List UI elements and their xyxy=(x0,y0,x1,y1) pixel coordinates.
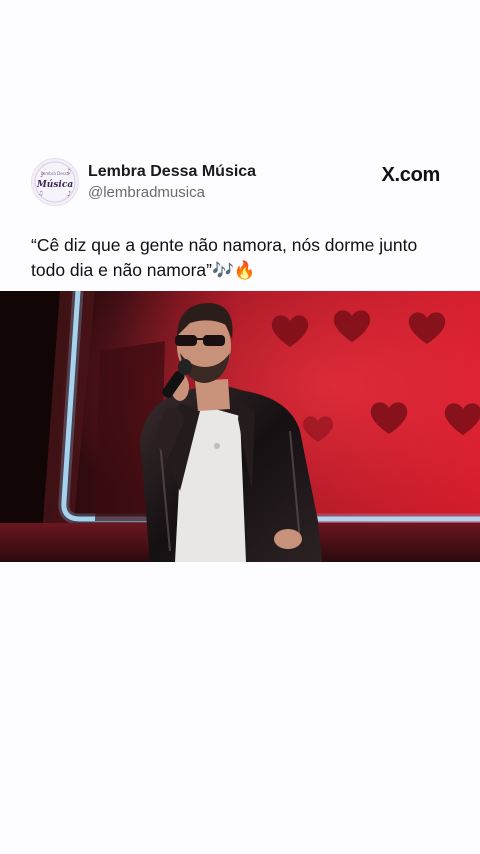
screen: Lembra Dessa Música ♪ ♫ ♫ ♪ Lembra Dessa… xyxy=(0,0,480,854)
svg-text:♫: ♫ xyxy=(38,190,43,197)
x-logo-icon: X.com xyxy=(381,164,440,186)
avatar[interactable]: Lembra Dessa Música ♪ ♫ ♫ ♪ xyxy=(31,158,79,206)
display-name[interactable]: Lembra Dessa Música xyxy=(88,162,256,182)
post-video[interactable] xyxy=(0,291,480,562)
svg-text:♪: ♪ xyxy=(67,190,71,198)
author-info: Lembra Dessa Música @lembradmusica xyxy=(88,162,256,203)
post-text: “Cê diz que a gente não namora, nós dorm… xyxy=(31,235,418,280)
post-header: Lembra Dessa Música ♪ ♫ ♫ ♪ Lembra Dessa… xyxy=(31,156,446,208)
music-notes-icon: Lembra Dessa Música ♪ ♫ ♫ ♪ xyxy=(34,161,76,203)
user-handle[interactable]: @lembradmusica xyxy=(88,183,256,203)
svg-text:♪: ♪ xyxy=(40,171,44,179)
video-frame xyxy=(0,291,480,562)
avatar-logo-text: Música xyxy=(36,179,73,190)
svg-text:♫: ♫ xyxy=(66,168,71,175)
